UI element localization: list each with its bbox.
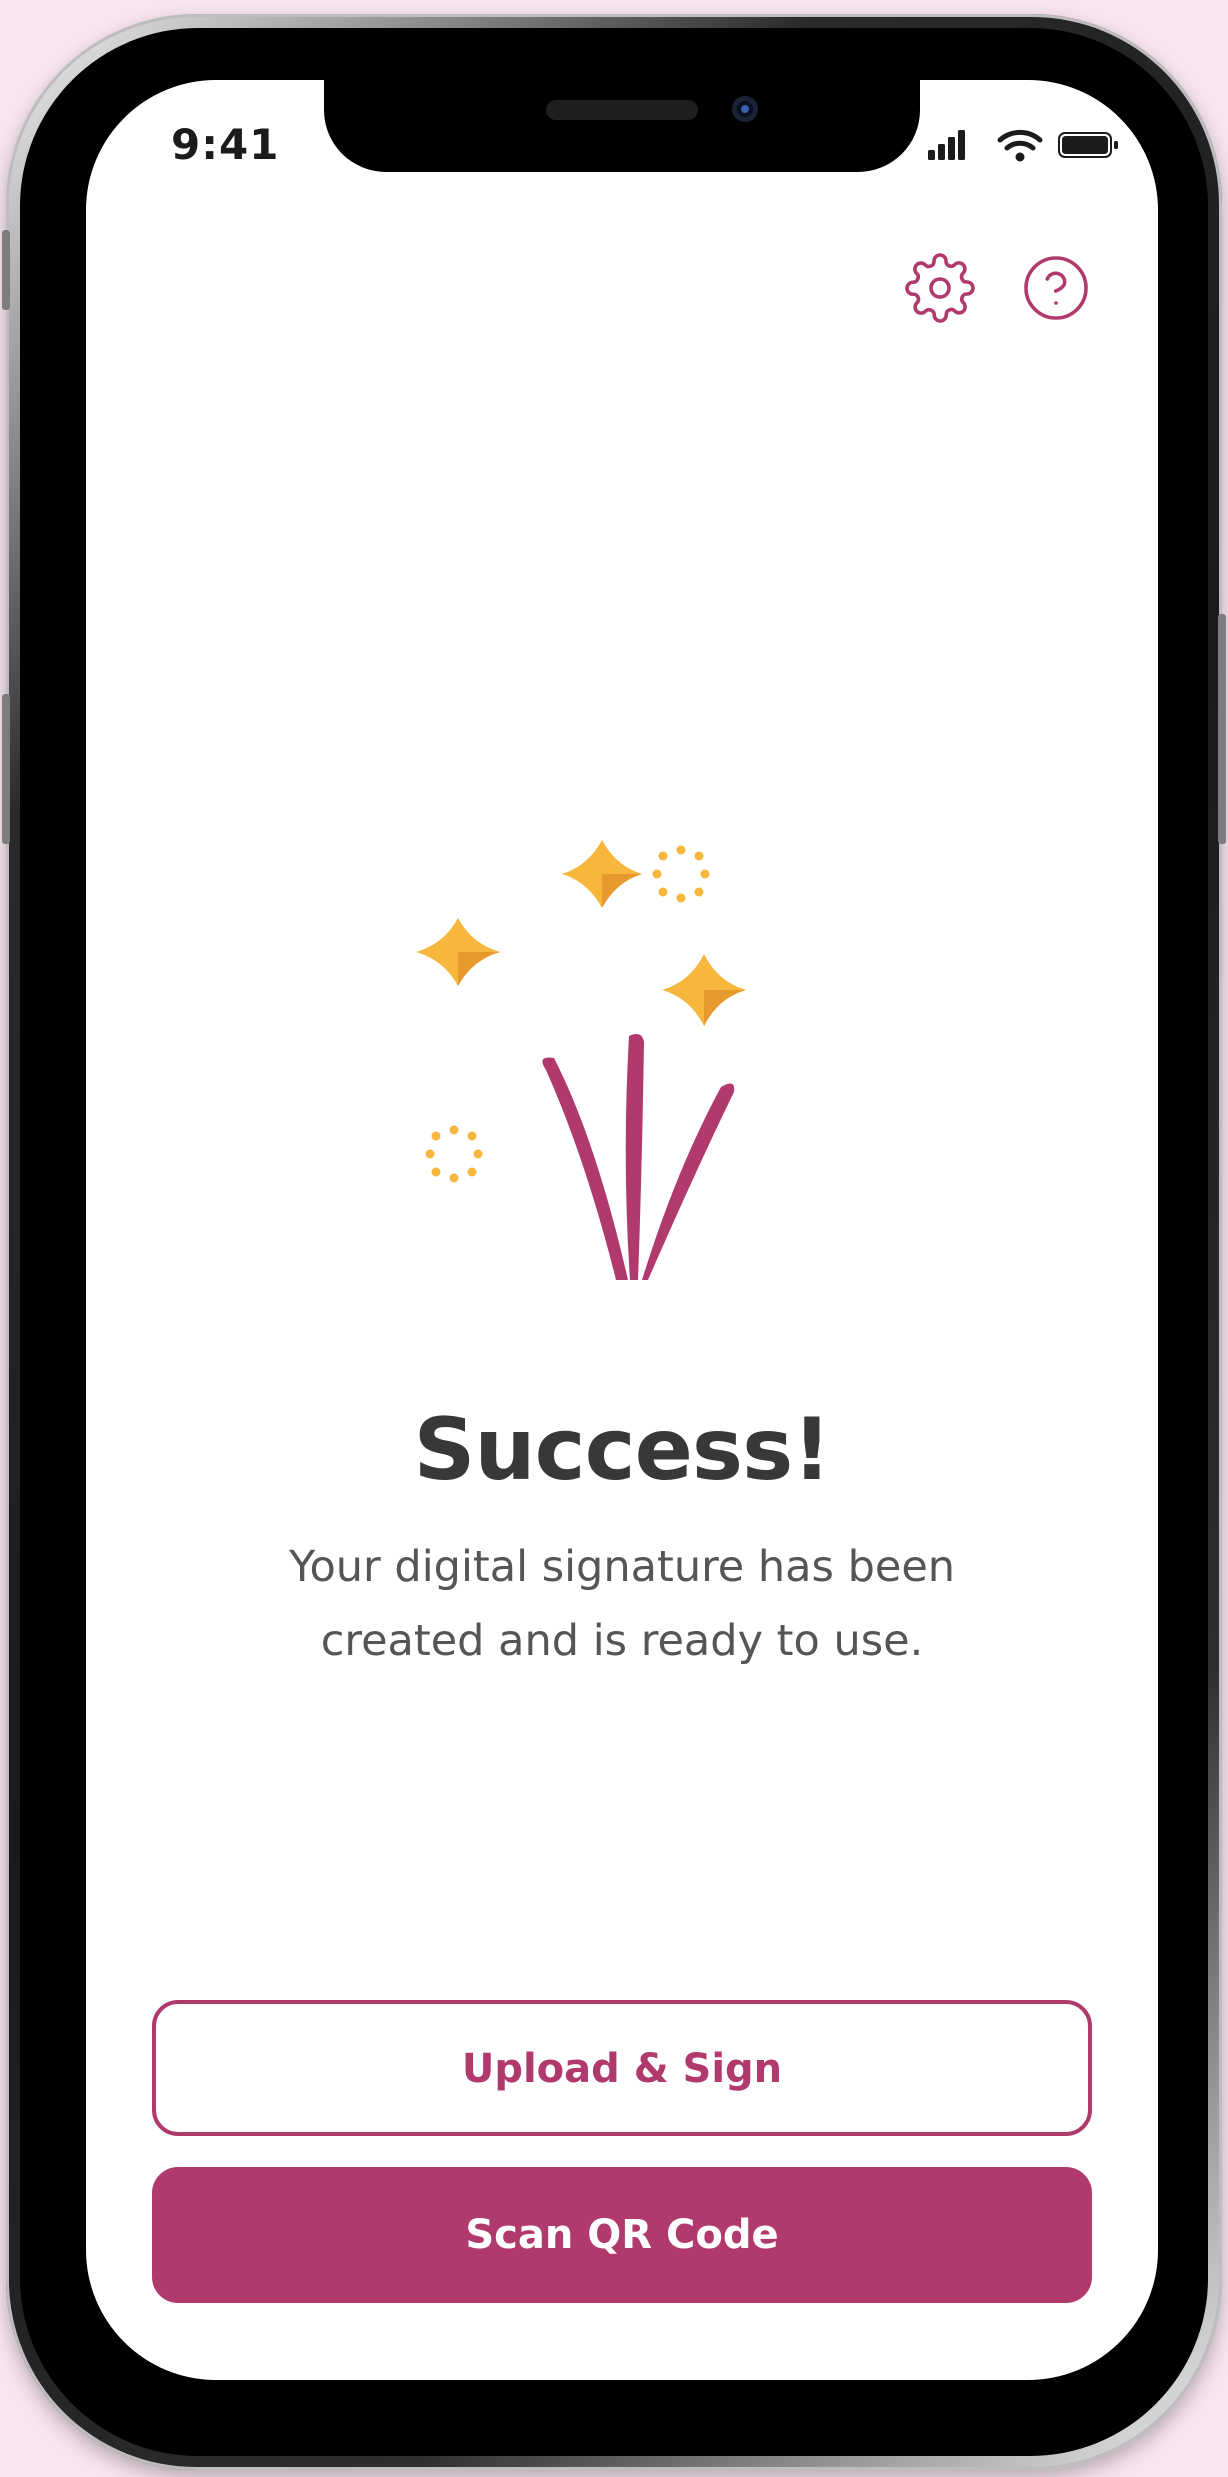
sparkle-ring-bottom-left [425, 1125, 483, 1183]
success-title: Success! [413, 1400, 831, 1500]
star-large-top [562, 840, 642, 908]
success-message: Your digital signature has been created … [86, 1530, 1158, 1678]
star-large-left [416, 918, 500, 986]
speaker [546, 100, 698, 120]
sparkle-ring-top-right [652, 845, 710, 903]
success-message-line-2: created and is ready to use. [320, 1616, 924, 1666]
app-screen: 9:41 Success! Your digital signature has… [86, 80, 1158, 2380]
star-large-right [662, 954, 746, 1026]
success-message-line-1: Your digital signature has been [288, 1542, 956, 1592]
volume-down-button [2, 694, 10, 844]
status-icons [928, 124, 1128, 164]
volume-up-button [2, 230, 10, 310]
firework-stem-left [542, 1057, 628, 1280]
front-camera [732, 96, 758, 122]
signal-icon [928, 130, 965, 160]
status-time: 9:41 [171, 120, 280, 169]
upload-sign-button[interactable]: Upload & Sign [152, 2000, 1092, 2136]
fireworks-icon [416, 840, 816, 1324]
firework-stem-center [625, 1034, 644, 1280]
battery-icon [1058, 132, 1118, 158]
firework-stem-right [642, 1083, 735, 1280]
power-button [1218, 614, 1226, 844]
help-circle-icon[interactable] [1020, 252, 1092, 324]
notch [324, 80, 920, 172]
gear-icon[interactable] [904, 252, 976, 324]
wifi-icon [997, 129, 1043, 162]
scan-qr-code-button[interactable]: Scan QR Code [152, 2167, 1092, 2303]
